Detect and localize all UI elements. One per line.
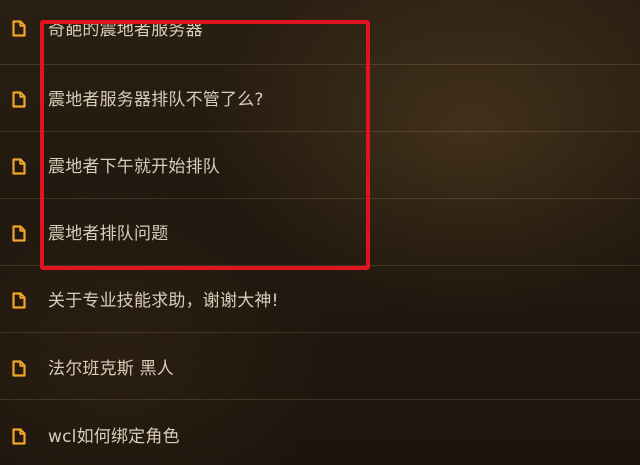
thread-title[interactable]: 关于专业技能求助，谢谢大神!	[48, 290, 279, 312]
thread-row[interactable]: 震地者下午就开始排队	[0, 132, 640, 199]
thread-title[interactable]: wcl如何绑定角色	[48, 426, 180, 448]
thread-title[interactable]: 震地者下午就开始排队	[48, 156, 220, 178]
document-icon	[12, 428, 26, 445]
thread-row[interactable]: wcl如何绑定角色	[0, 400, 640, 465]
thread-row[interactable]: 震地者服务器排队不管了么?	[0, 65, 640, 132]
document-icon	[12, 20, 26, 37]
thread-title[interactable]: 奇葩的震地者服务器	[48, 19, 203, 41]
thread-row[interactable]: 关于专业技能求助，谢谢大神!	[0, 266, 640, 333]
thread-row[interactable]: 法尔班克斯 黑人	[0, 333, 640, 400]
document-icon	[12, 158, 26, 175]
thread-title[interactable]: 法尔班克斯 黑人	[48, 358, 174, 380]
thread-row[interactable]: 奇葩的震地者服务器	[0, 0, 640, 65]
document-icon	[12, 292, 26, 309]
thread-row[interactable]: 震地者排队问题	[0, 199, 640, 266]
thread-title[interactable]: 震地者排队问题	[48, 223, 168, 245]
document-icon	[12, 225, 26, 242]
thread-title[interactable]: 震地者服务器排队不管了么?	[48, 89, 264, 111]
document-icon	[12, 360, 26, 377]
document-icon	[12, 91, 26, 108]
